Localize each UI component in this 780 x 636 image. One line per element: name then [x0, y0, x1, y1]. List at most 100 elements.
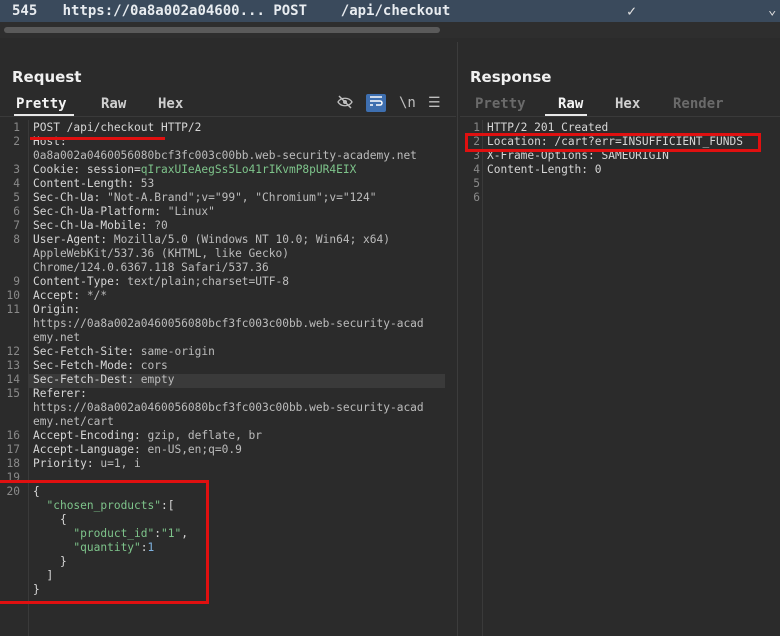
request-line: emy.net/cart	[33, 415, 114, 429]
header-name: Sec-Ch-Ua:	[33, 191, 107, 204]
tab-render-response[interactable]: Render	[673, 96, 724, 112]
header-value: qIraxUIeAegSs5Lo41rIKvmP8pUR4EIX	[141, 163, 357, 176]
header-name: Accept-Encoding:	[33, 429, 148, 442]
header-value: text/plain;charset=UTF-8	[127, 275, 289, 288]
header-value: en-US,en;q=0.9	[148, 443, 242, 456]
header-name: POST /api/checkout HTTP/2	[33, 121, 201, 134]
panel-divider[interactable]	[457, 42, 458, 636]
annotation-underline	[30, 137, 165, 140]
request-line: Sec-Ch-Ua-Mobile: ?0	[33, 219, 168, 233]
response-gutter	[482, 120, 483, 636]
request-line: POST /api/checkout HTTP/2	[33, 121, 201, 135]
eye-slash-icon[interactable]	[337, 95, 353, 113]
line-number: 12	[0, 345, 20, 359]
header-value: "Linux"	[168, 205, 215, 218]
response-tab-separator	[460, 116, 780, 117]
header-value: AppleWebKit/537.36 (KHTML, like Gecko)	[33, 247, 289, 260]
request-line: 0a8a002a0460056080bcf3fc003c00bb.web-sec…	[33, 149, 417, 163]
header-name: Accept-Language:	[33, 443, 148, 456]
line-number: 14	[0, 373, 20, 387]
header-name: Content-Length:	[33, 177, 141, 190]
tab-pretty-response[interactable]: Pretty	[475, 96, 526, 112]
header-value: 0a8a002a0460056080bcf3fc003c00bb.web-sec…	[33, 149, 417, 162]
header-value: */*	[87, 289, 107, 302]
history-row-selected[interactable]: 545 https://0a8a002a04600... POST /api/c…	[0, 0, 780, 22]
request-tab-separator	[0, 116, 456, 117]
request-line: Sec-Ch-Ua: "Not-A.Brand";v="99", "Chromi…	[33, 191, 377, 205]
tab-hex-response[interactable]: Hex	[615, 96, 640, 112]
horizontal-scrollbar[interactable]	[4, 27, 440, 33]
request-line: Referer:	[33, 387, 87, 401]
header-name: Cookie: session=	[33, 163, 141, 176]
line-number: 10	[0, 289, 20, 303]
header-value: ?0	[154, 219, 167, 232]
history-row-text: 545 https://0a8a002a04600... POST /api/c…	[12, 3, 450, 19]
request-line: Sec-Fetch-Site: same-origin	[33, 345, 215, 359]
line-number: 4	[0, 177, 20, 191]
header-value: same-origin	[141, 345, 215, 358]
request-line: User-Agent: Mozilla/5.0 (Windows NT 10.0…	[33, 233, 390, 247]
header-value: https://0a8a002a0460056080bcf3fc003c00bb…	[33, 317, 424, 330]
line-number: 4	[460, 163, 480, 177]
request-line: Sec-Fetch-Dest: empty	[33, 373, 174, 387]
newline-toggle[interactable]: \n	[399, 95, 416, 111]
annotation-box-location	[465, 133, 761, 152]
header-value: emy.net	[33, 331, 80, 344]
line-number: 13	[0, 359, 20, 373]
tab-raw-request[interactable]: Raw	[101, 96, 126, 112]
line-number: 5	[0, 191, 20, 205]
request-line: Sec-Fetch-Mode: cors	[33, 359, 168, 373]
header-name: Sec-Ch-Ua-Mobile:	[33, 219, 154, 232]
tab-pretty-request[interactable]: Pretty	[16, 96, 67, 112]
header-value: Mozilla/5.0 (Windows NT 10.0; Win64; x64…	[114, 233, 390, 246]
line-number: 3	[0, 163, 20, 177]
wrap-icon[interactable]	[366, 94, 386, 112]
line-number: 5	[460, 177, 480, 191]
request-line: Cookie: session=qIraxUIeAegSs5Lo41rIKvmP…	[33, 163, 356, 177]
header-name: Sec-Ch-Ua-Platform:	[33, 205, 168, 218]
request-line: Origin:	[33, 303, 80, 317]
chevron-down-icon[interactable]: ⌄	[768, 2, 776, 18]
line-number: 15	[0, 387, 20, 401]
request-line: Accept-Language: en-US,en;q=0.9	[33, 443, 242, 457]
line-number: 2	[0, 135, 20, 149]
request-line: https://0a8a002a0460056080bcf3fc003c00bb…	[33, 317, 424, 331]
header-value: u=1, i	[100, 457, 140, 470]
tab-raw-response[interactable]: Raw	[558, 96, 583, 112]
line-number: 18	[0, 457, 20, 471]
header-name: Priority:	[33, 457, 100, 470]
line-number: 9	[0, 275, 20, 289]
line-number: 6	[460, 191, 480, 205]
header-value: gzip, deflate, br	[148, 429, 263, 442]
line-number: 17	[0, 443, 20, 457]
line-number: 16	[0, 429, 20, 443]
header-name: Sec-Fetch-Mode:	[33, 359, 141, 372]
header-value: 53	[141, 177, 154, 190]
annotation-box-body	[0, 480, 209, 604]
header-value: "Not-A.Brand";v="99", "Chromium";v="124"	[107, 191, 376, 204]
request-line: Chrome/124.0.6367.118 Safari/537.36	[33, 261, 269, 275]
line-number: 7	[0, 219, 20, 233]
line-number: 11	[0, 303, 20, 317]
line-number: 6	[0, 205, 20, 219]
request-line: emy.net	[33, 331, 80, 345]
header-name: Sec-Fetch-Dest:	[33, 373, 141, 386]
header-value: https://0a8a002a0460056080bcf3fc003c00bb…	[33, 401, 424, 414]
request-line: Priority: u=1, i	[33, 457, 141, 471]
header-value: emy.net/cart	[33, 415, 114, 428]
menu-icon[interactable]: ☰	[428, 95, 441, 111]
header-value: Chrome/124.0.6367.118 Safari/537.36	[33, 261, 269, 274]
header-name: Origin:	[33, 303, 80, 316]
header-value: cors	[141, 359, 168, 372]
response-line: Content-Length: 0	[487, 163, 602, 177]
tab-hex-request[interactable]: Hex	[158, 96, 183, 112]
request-line: Content-Length: 53	[33, 177, 154, 191]
request-line: Sec-Ch-Ua-Platform: "Linux"	[33, 205, 215, 219]
request-line: Accept: */*	[33, 289, 107, 303]
request-line: AppleWebKit/537.36 (KHTML, like Gecko)	[33, 247, 289, 261]
check-icon: ✓	[627, 2, 636, 20]
request-line: https://0a8a002a0460056080bcf3fc003c00bb…	[33, 401, 424, 415]
line-number: 1	[0, 121, 20, 135]
request-line: Accept-Encoding: gzip, deflate, br	[33, 429, 262, 443]
line-number: 8	[0, 233, 20, 247]
